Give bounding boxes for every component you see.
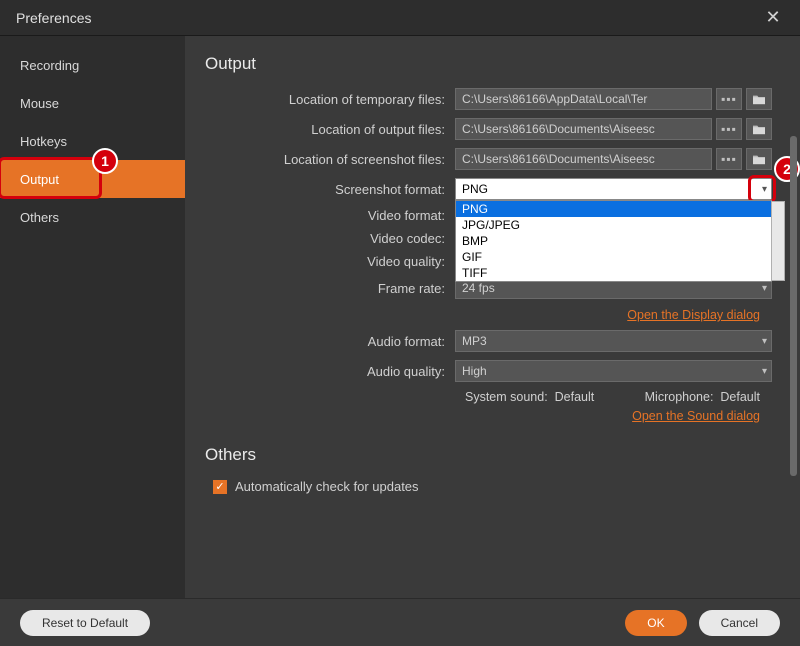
reset-default-button[interactable]: Reset to Default [20, 610, 150, 636]
chevron-down-icon: ▾ [762, 283, 767, 294]
folder-icon [752, 123, 766, 135]
cancel-button[interactable]: Cancel [699, 610, 780, 636]
section-title-others: Others [205, 445, 772, 465]
sidebar-item-recording[interactable]: Recording [0, 46, 185, 84]
audio-quality-select[interactable]: High ▾ [455, 360, 772, 382]
section-title-output: Output [205, 54, 772, 74]
sidebar-item-mouse[interactable]: Mouse [0, 84, 185, 122]
dropdown-option[interactable]: GIF [456, 249, 771, 265]
output-files-input[interactable]: C:\Users\86166\Documents\Aiseesc [455, 118, 712, 140]
audio-format-select[interactable]: MP3 ▾ [455, 330, 772, 352]
sidebar-item-others[interactable]: Others [0, 198, 185, 236]
label-screenshot-format: Screenshot format: [205, 182, 455, 197]
sidebar-item-output[interactable]: Output 1 [0, 160, 185, 198]
auto-update-checkbox[interactable]: ✓ [213, 480, 227, 494]
chevron-down-icon: ▾ [762, 366, 767, 377]
browse-button[interactable]: ▪▪▪ [716, 88, 742, 110]
chevron-down-icon: ▾ [762, 336, 767, 347]
screenshot-files-input[interactable]: C:\Users\86166\Documents\Aiseesc [455, 148, 712, 170]
sidebar-item-label: Recording [20, 58, 79, 73]
sidebar: Recording Mouse Hotkeys Output 1 Others [0, 36, 185, 598]
content-pane: Output Location of temporary files: C:\U… [185, 36, 800, 598]
window-title: Preferences [16, 10, 91, 26]
label-video-quality: Video quality: [205, 254, 455, 269]
label-video-codec: Video codec: [205, 231, 455, 246]
chevron-down-icon: ▾ [762, 184, 767, 195]
label-audio-quality: Audio quality: [205, 364, 455, 379]
sidebar-item-label: Others [20, 210, 59, 225]
close-icon[interactable]: ✕ [762, 7, 784, 28]
microphone-label: Microphone: Default [645, 390, 760, 404]
open-folder-button[interactable] [746, 118, 772, 140]
dropdown-option[interactable]: BMP [456, 233, 771, 249]
dropdown-option[interactable]: JPG/JPEG [456, 217, 771, 233]
label-screenshot-files: Location of screenshot files: [205, 152, 455, 167]
open-folder-button[interactable] [746, 148, 772, 170]
label-temp-files: Location of temporary files: [205, 92, 455, 107]
sidebar-item-label: Hotkeys [20, 134, 67, 149]
dropdown-option[interactable]: PNG [456, 201, 771, 217]
open-sound-dialog-link[interactable]: Open the Sound dialog [632, 409, 760, 423]
system-sound-label: System sound: Default [465, 390, 594, 404]
preferences-window: Preferences ✕ Recording Mouse Hotkeys Ou… [0, 0, 800, 646]
dropdown-option[interactable]: TIFF [456, 265, 771, 281]
sidebar-item-label: Output [20, 172, 59, 187]
label-output-files: Location of output files: [205, 122, 455, 137]
dropdown-scrollbar[interactable] [771, 201, 785, 281]
browse-button[interactable]: ▪▪▪ [716, 118, 742, 140]
browse-button[interactable]: ▪▪▪ [716, 148, 742, 170]
screenshot-format-dropdown[interactable]: PNG JPG/JPEG BMP GIF TIFF [455, 200, 772, 282]
footer: Reset to Default OK Cancel [0, 598, 800, 646]
screenshot-format-select[interactable]: PNG ▾ [455, 178, 772, 200]
sidebar-item-label: Mouse [20, 96, 59, 111]
temp-files-input[interactable]: C:\Users\86166\AppData\Local\Ter [455, 88, 712, 110]
sidebar-item-hotkeys[interactable]: Hotkeys [0, 122, 185, 160]
auto-update-label: Automatically check for updates [235, 479, 419, 494]
label-video-format: Video format: [205, 208, 455, 223]
open-display-dialog-link[interactable]: Open the Display dialog [627, 308, 760, 322]
open-folder-button[interactable] [746, 88, 772, 110]
ok-button[interactable]: OK [625, 610, 686, 636]
label-frame-rate: Frame rate: [205, 281, 455, 296]
label-audio-format: Audio format: [205, 334, 455, 349]
scrollbar-thumb[interactable] [790, 136, 797, 476]
titlebar: Preferences ✕ [0, 0, 800, 36]
folder-icon [752, 93, 766, 105]
folder-icon [752, 153, 766, 165]
